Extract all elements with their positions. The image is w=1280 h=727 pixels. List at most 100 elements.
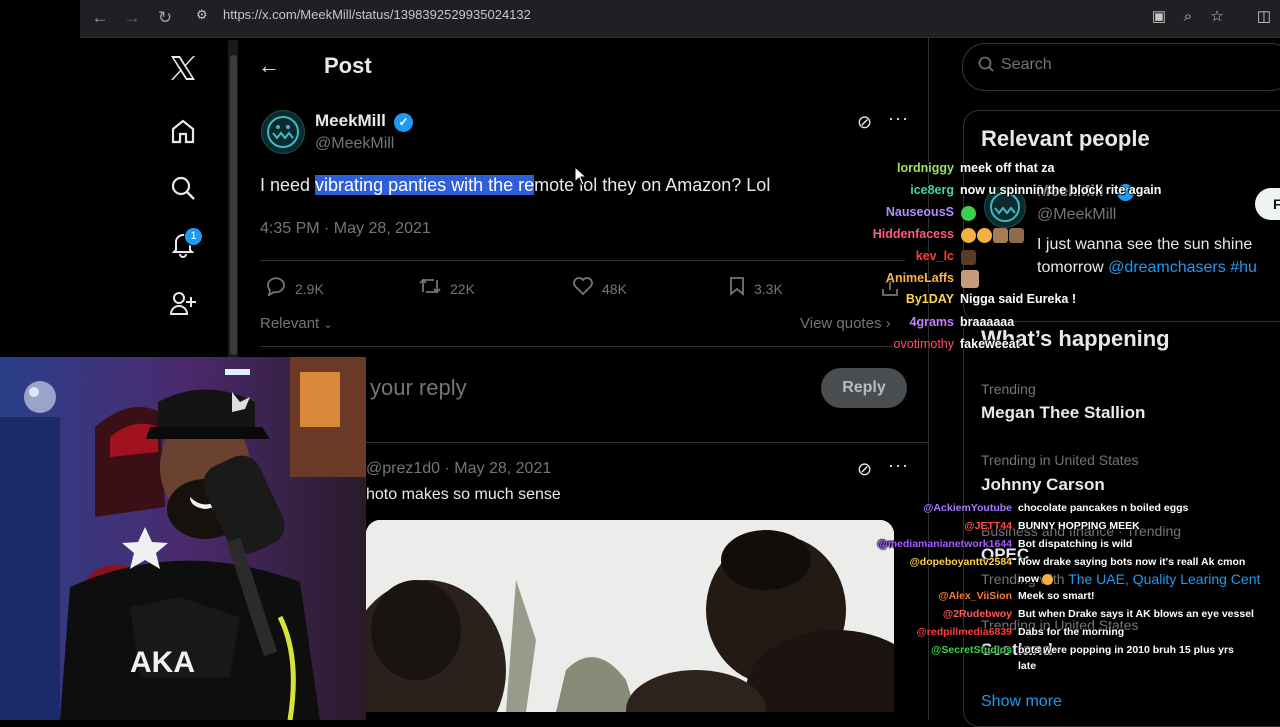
trend-name[interactable]: Johnny Carson bbox=[981, 475, 1105, 495]
chat-message: Dabs for the morning bbox=[1018, 626, 1125, 638]
like-count: 48K bbox=[602, 281, 627, 297]
reply-icon bbox=[265, 276, 287, 302]
rp-bio-line: tomorrow @dreamchasers #hu bbox=[1037, 256, 1280, 279]
reload-icon[interactable]: ↻ bbox=[153, 6, 177, 30]
sort-label: Relevant bbox=[260, 315, 320, 332]
chat-message: BUNNY HOPPING MEEK bbox=[1018, 520, 1140, 532]
chat-username: @dopeboyanttv2584 bbox=[909, 556, 1012, 568]
like-action[interactable]: 48K bbox=[572, 276, 627, 302]
divider bbox=[260, 260, 905, 261]
chat-message: chocolate pancakes n boiled eggs bbox=[1018, 502, 1189, 514]
chat-message: bots were popping in 2010 bruh 15 plus y… bbox=[1018, 644, 1234, 656]
divider bbox=[260, 346, 905, 347]
chat-username: ice8erg bbox=[910, 183, 954, 197]
chat-username: @2Rudebwoy bbox=[942, 608, 1012, 620]
chat-message: braaaaaa bbox=[960, 315, 1015, 329]
chat-username: ovotimothy bbox=[893, 337, 954, 351]
emoji-icon bbox=[1041, 573, 1053, 585]
chat-message: Now drake saying bots now it's reall Ak … bbox=[1018, 556, 1246, 568]
text-selection: vibrating panties with the re bbox=[315, 175, 535, 195]
install-app-icon[interactable]: ▣ bbox=[1148, 6, 1170, 28]
reply-button[interactable]: Reply bbox=[821, 368, 907, 408]
chat-message: now u spinnin the block rite again bbox=[960, 183, 1162, 197]
bookmark-action[interactable]: 3.3K bbox=[728, 276, 783, 302]
avatar[interactable] bbox=[261, 110, 305, 154]
like-icon bbox=[572, 276, 594, 302]
timestamp[interactable]: 4:35 PM · May 28, 2021 bbox=[260, 220, 431, 238]
chat-message: Bot dispatching is wild bbox=[1018, 538, 1133, 550]
more-icon[interactable]: ··· bbox=[888, 108, 909, 129]
chat-message-text: now bbox=[1018, 573, 1039, 585]
url-text[interactable]: https://x.com/MeekMill/status/1398392529… bbox=[223, 7, 531, 22]
trend-related-link[interactable]: The UAE, Quality Learing Cent bbox=[1068, 571, 1260, 587]
reply-sort-dropdown[interactable]: Relevant ⌄ bbox=[260, 315, 333, 332]
forward-icon[interactable]: → bbox=[120, 6, 144, 30]
search-icon[interactable] bbox=[165, 170, 201, 206]
chat-message-continued: late bbox=[1018, 660, 1037, 672]
user-handle[interactable]: @MeekMill bbox=[315, 135, 394, 153]
chat-username: lordniggy bbox=[897, 161, 954, 175]
grok-icon[interactable]: ⊘ bbox=[857, 459, 872, 480]
bookmark-count: 3.3K bbox=[754, 281, 783, 297]
chat-username: @JETT44 bbox=[964, 520, 1012, 532]
chat-username: @AckiemYoutube bbox=[923, 502, 1012, 514]
chat-username: @redpillmedia6839 bbox=[916, 626, 1012, 638]
chat-username: @SecretStudios bbox=[931, 644, 1012, 656]
bookmark-icon bbox=[728, 276, 746, 302]
svg-text:AKA: AKA bbox=[130, 646, 195, 679]
grok-icon[interactable]: ⊘ bbox=[857, 112, 872, 133]
display-name[interactable]: MeekMill bbox=[315, 111, 386, 131]
follow-icon[interactable] bbox=[165, 285, 201, 321]
repost-count: 22K bbox=[450, 281, 475, 297]
trend-context: Trending bbox=[981, 381, 1036, 397]
reply-photo[interactable] bbox=[366, 520, 894, 712]
reply-action[interactable]: 2.9K bbox=[265, 276, 324, 302]
chat-message: Meek so smart! bbox=[1018, 590, 1095, 602]
chat-username: By1DAY bbox=[905, 292, 954, 306]
reply-count: 2.9K bbox=[295, 281, 324, 297]
reply-handle-date[interactable]: @prez1d0 · May 28, 2021 bbox=[366, 460, 551, 478]
show-more-link[interactable]: Show more bbox=[981, 693, 1062, 711]
notification-badge: 1 bbox=[184, 227, 203, 246]
chat-username: NauseousS bbox=[885, 205, 954, 219]
tweet-text-part: I need bbox=[260, 175, 316, 195]
back-arrow-icon[interactable]: ← bbox=[258, 53, 280, 79]
rp-bio: I just wanna see the sun shine tomorrow @… bbox=[1037, 233, 1280, 279]
back-icon[interactable]: ← bbox=[88, 6, 112, 30]
extensions-icon[interactable]: ◫ bbox=[1253, 6, 1275, 28]
chevron-down-icon: ⌄ bbox=[323, 319, 333, 331]
search-icon bbox=[978, 56, 994, 77]
rp-bio-link[interactable]: @dreamchasers #hu bbox=[1108, 259, 1257, 276]
chat-message-continued: now bbox=[1018, 573, 1054, 585]
chat-message: But when Drake says it AK blows an eye v… bbox=[1018, 608, 1254, 620]
reply-input[interactable]: your reply bbox=[370, 375, 467, 401]
rp-handle[interactable]: @MeekMill bbox=[1037, 206, 1116, 224]
relevant-people-title: Relevant people bbox=[981, 126, 1150, 151]
chat-username: Hiddenfacess bbox=[872, 227, 954, 241]
scrollbar-thumb[interactable] bbox=[230, 55, 237, 355]
webcam-overlay: AKA bbox=[0, 357, 366, 720]
follow-button[interactable]: F bbox=[1255, 188, 1280, 220]
trend-context: Trending in United States bbox=[981, 452, 1139, 468]
chat-username: @Alex_ViiSion bbox=[938, 590, 1012, 602]
emote-icon bbox=[961, 205, 977, 223]
rp-bio-line: I just wanna see the sun shine bbox=[1037, 236, 1253, 253]
chat-username: @mediamanianetwork1644 bbox=[877, 538, 1012, 550]
chat-username: AnimeLaffs bbox=[885, 271, 954, 285]
more-icon[interactable]: ··· bbox=[888, 455, 909, 476]
home-icon[interactable] bbox=[165, 113, 201, 149]
chat-username: kev_lc bbox=[915, 249, 954, 263]
site-settings-icon[interactable]: ⚙ bbox=[196, 7, 214, 27]
trend-name[interactable]: Megan Thee Stallion bbox=[981, 403, 1145, 423]
reply-text: hoto makes so much sense bbox=[366, 486, 561, 503]
verified-badge-icon: ✓ bbox=[394, 113, 413, 132]
repost-action[interactable]: 22K bbox=[418, 276, 475, 302]
x-logo-icon[interactable] bbox=[165, 50, 201, 86]
page-title: Post bbox=[324, 53, 372, 78]
tweet-text-part: mote lol they on Amazon? Lol bbox=[534, 175, 771, 195]
repost-icon bbox=[418, 276, 442, 302]
bookmark-star-icon[interactable]: ☆ bbox=[1206, 6, 1228, 28]
chat-message: meek off that za bbox=[960, 161, 1055, 175]
zoom-icon[interactable]: ⌕ bbox=[1177, 6, 1199, 28]
rp-bio-text: tomorrow bbox=[1037, 259, 1109, 276]
